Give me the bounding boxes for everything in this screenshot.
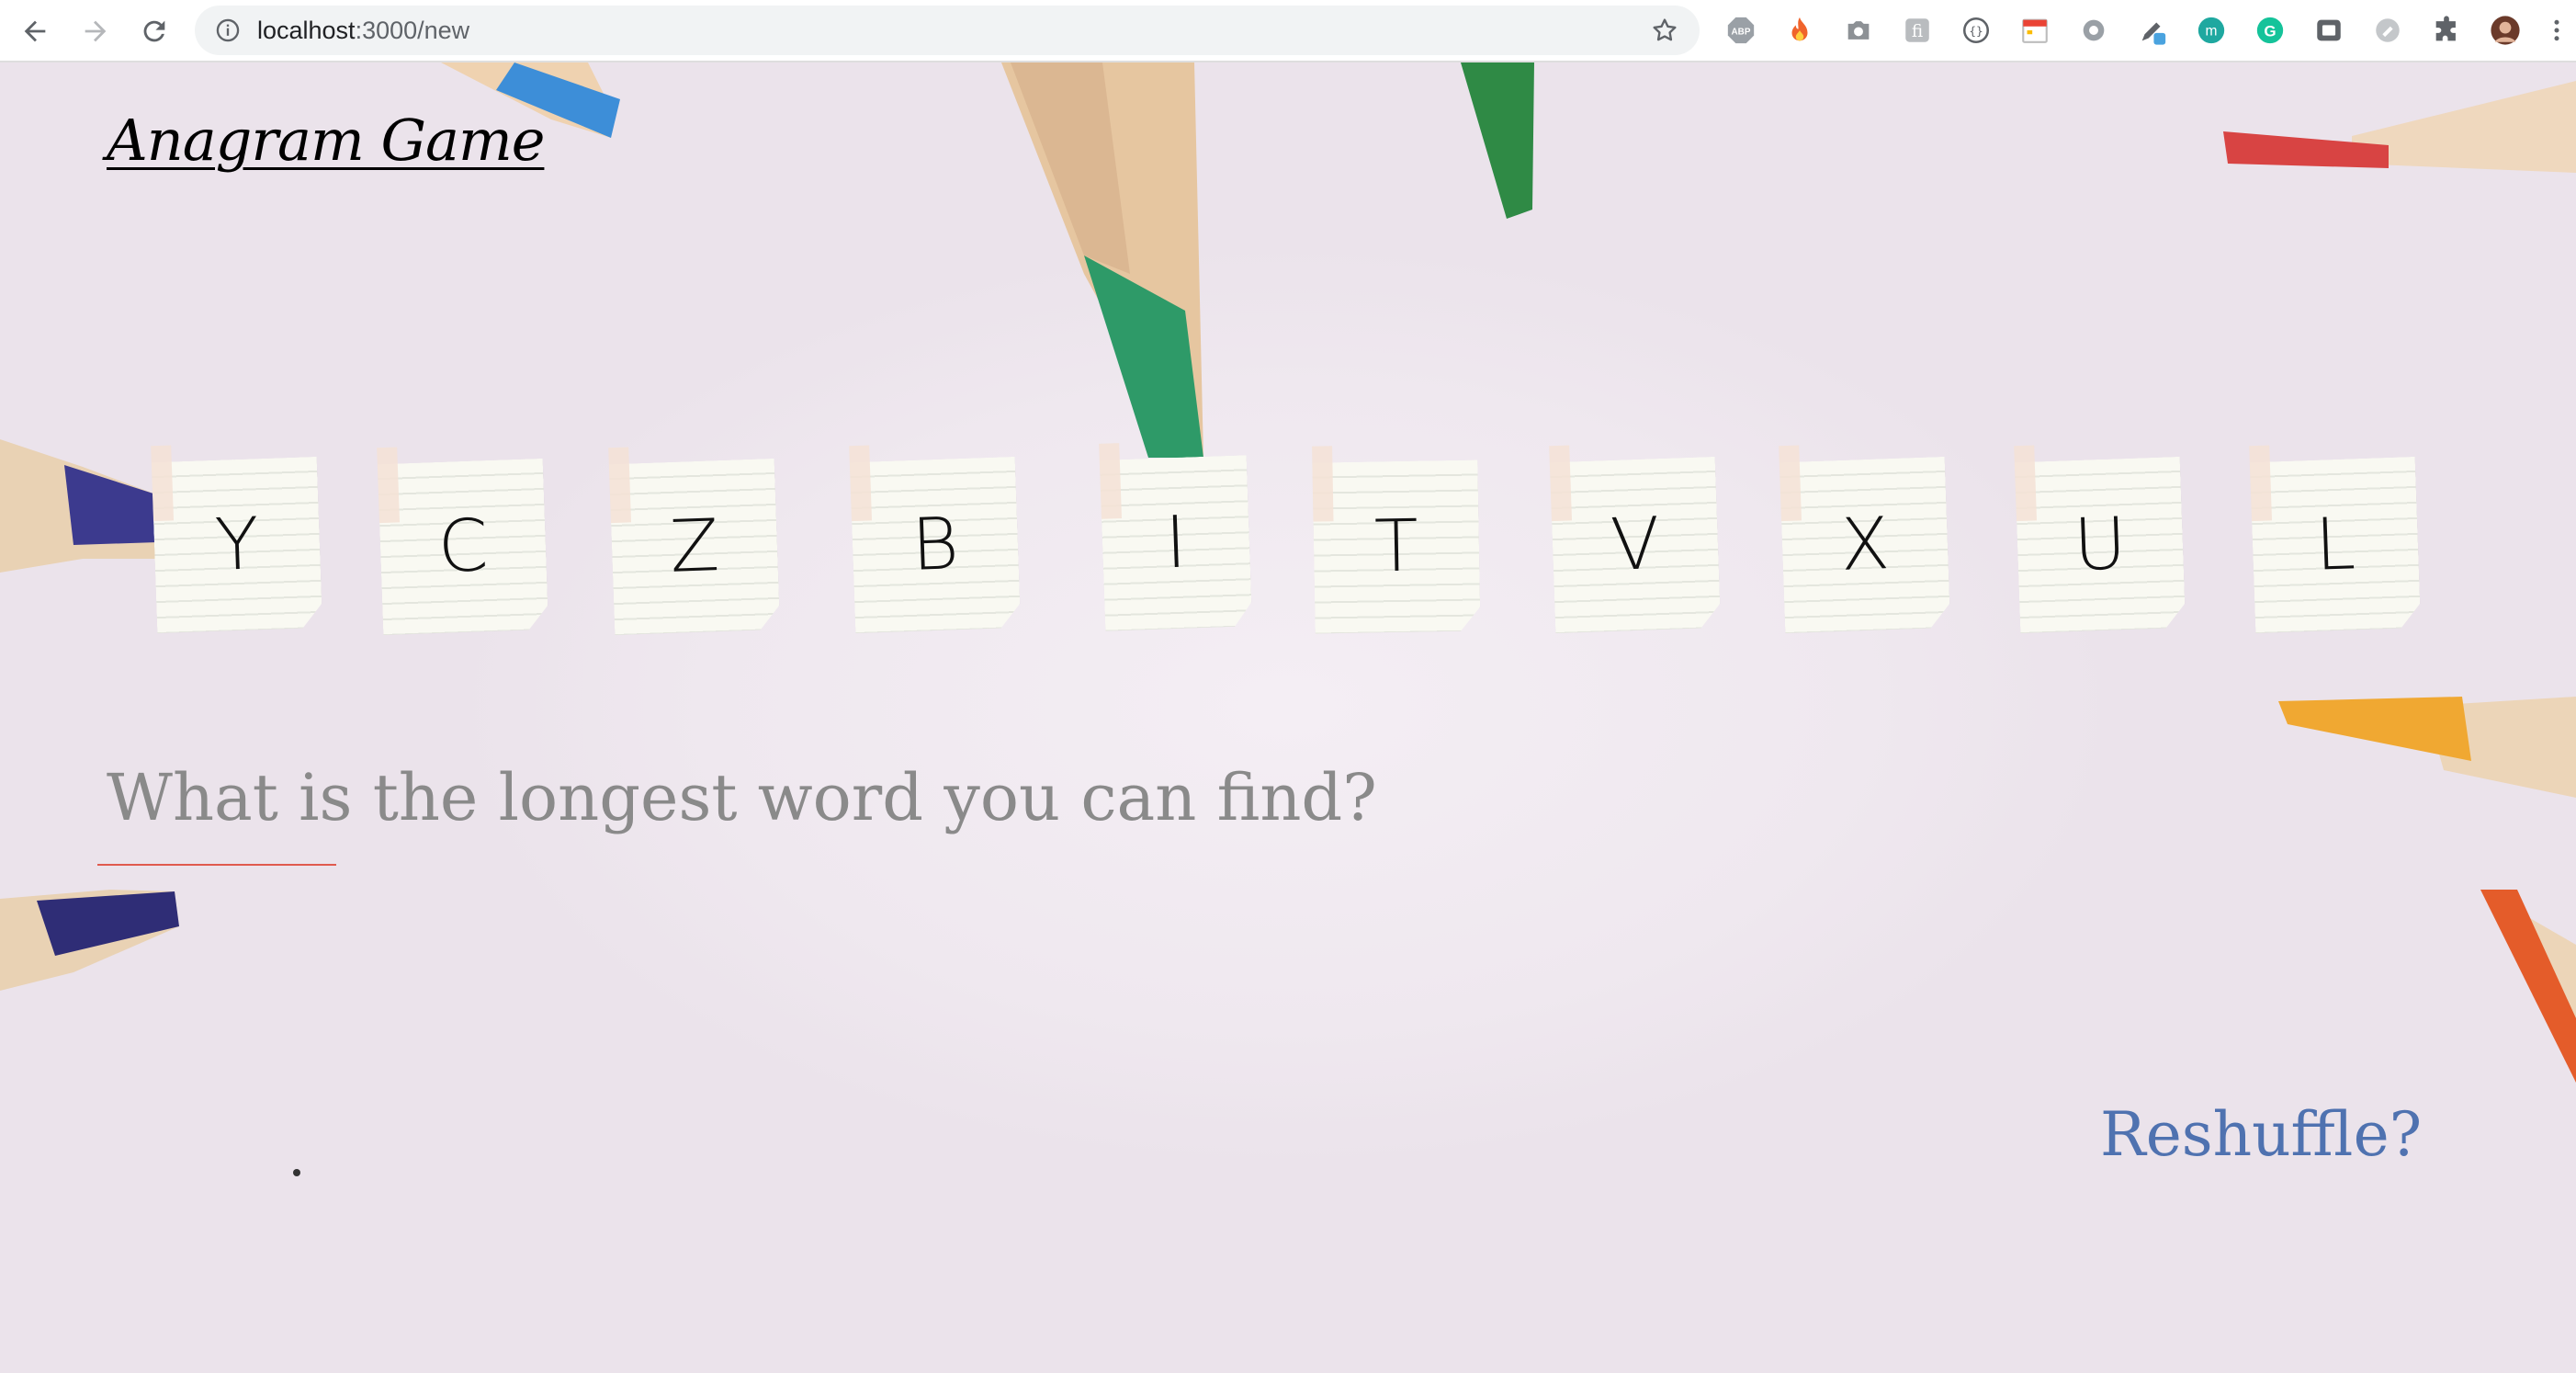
tile-letter: Z: [668, 505, 721, 589]
font-icon[interactable]: fi: [1900, 13, 1935, 48]
letter-tile[interactable]: Y: [151, 445, 322, 633]
green-pencil-tip-top: [1461, 62, 1534, 219]
letter-tile[interactable]: Z: [608, 447, 780, 635]
forward-icon[interactable]: [75, 11, 116, 51]
letter-tile[interactable]: C: [377, 447, 548, 635]
word-input[interactable]: [107, 752, 1393, 844]
tile-letter: L: [2313, 503, 2357, 587]
letter-tile[interactable]: V: [1549, 445, 1721, 633]
pencils-background-image: [0, 62, 2576, 1176]
tile-letter: T: [1373, 505, 1419, 589]
letter-tile[interactable]: U: [2014, 445, 2186, 633]
site-info-icon[interactable]: [215, 17, 241, 43]
eyedropper-icon[interactable]: [2135, 13, 2170, 48]
reload-icon[interactable]: [134, 11, 175, 51]
tile-letter: I: [1163, 501, 1189, 585]
json-viewer-icon[interactable]: {}: [1959, 13, 1994, 48]
letter-tile[interactable]: X: [1779, 445, 1950, 633]
url-text: localhost:3000/new: [257, 6, 469, 55]
letter-tile[interactable]: T: [1312, 446, 1480, 633]
tile-letter: V: [1609, 503, 1662, 587]
tile-letter: U: [2072, 503, 2129, 587]
svg-text:fi: fi: [1912, 22, 1923, 41]
svg-text:ABP: ABP: [1732, 27, 1751, 37]
input-underline: [97, 864, 336, 866]
reshuffle-button[interactable]: Reshuffle?: [2100, 1099, 2422, 1170]
tool-extension-icon[interactable]: [2370, 13, 2405, 48]
letter-tile[interactable]: B: [849, 445, 1021, 633]
camera-icon[interactable]: [1841, 13, 1876, 48]
tile-letter: Y: [213, 503, 261, 587]
green-pencil-top-center: [1001, 62, 1203, 458]
back-icon[interactable]: [15, 11, 55, 51]
navy-pencil-lower-left: [0, 890, 179, 991]
browser-toolbar: localhost:3000/new ABP fi {} m G: [0, 0, 2576, 62]
red-pencil-top-right: [2223, 81, 2576, 173]
browser-menu-icon[interactable]: [2543, 13, 2570, 48]
fire-icon[interactable]: [1782, 13, 1817, 48]
adblock-icon[interactable]: ABP: [1723, 13, 1758, 48]
orange-pencil-right: [2480, 890, 2576, 1083]
page-viewport: Anagram Game Y C Z B I T V X U L Reshuffle?: [0, 62, 2576, 1373]
tile-letter: C: [436, 505, 490, 589]
address-bar[interactable]: localhost:3000/new: [195, 6, 1700, 55]
letter-tile[interactable]: I: [1099, 443, 1252, 630]
settings-gear-icon[interactable]: [2076, 13, 2111, 48]
url-host: localhost: [257, 17, 356, 44]
svg-text:G: G: [2264, 22, 2276, 40]
tile-letter: B: [910, 503, 961, 587]
grammarly-icon[interactable]: G: [2253, 13, 2288, 48]
svg-text:m: m: [2206, 24, 2218, 40]
svg-text:{}: {}: [1969, 25, 1983, 39]
bookmark-star-icon[interactable]: [1650, 16, 1679, 45]
page-title[interactable]: Anagram Game: [107, 107, 545, 174]
profile-avatar[interactable]: [2488, 13, 2523, 48]
calendar-icon[interactable]: [2017, 13, 2052, 48]
m-extension-icon[interactable]: m: [2194, 13, 2229, 48]
screen-capture-icon[interactable]: [2311, 13, 2346, 48]
letter-tile[interactable]: L: [2249, 445, 2421, 633]
navy-pencil-left: [0, 439, 158, 573]
yellow-pencil-right: [2278, 697, 2576, 798]
tile-letter: X: [1838, 503, 1892, 587]
url-path: :3000/new: [355, 17, 470, 44]
extensions-puzzle-icon[interactable]: [2429, 13, 2464, 48]
